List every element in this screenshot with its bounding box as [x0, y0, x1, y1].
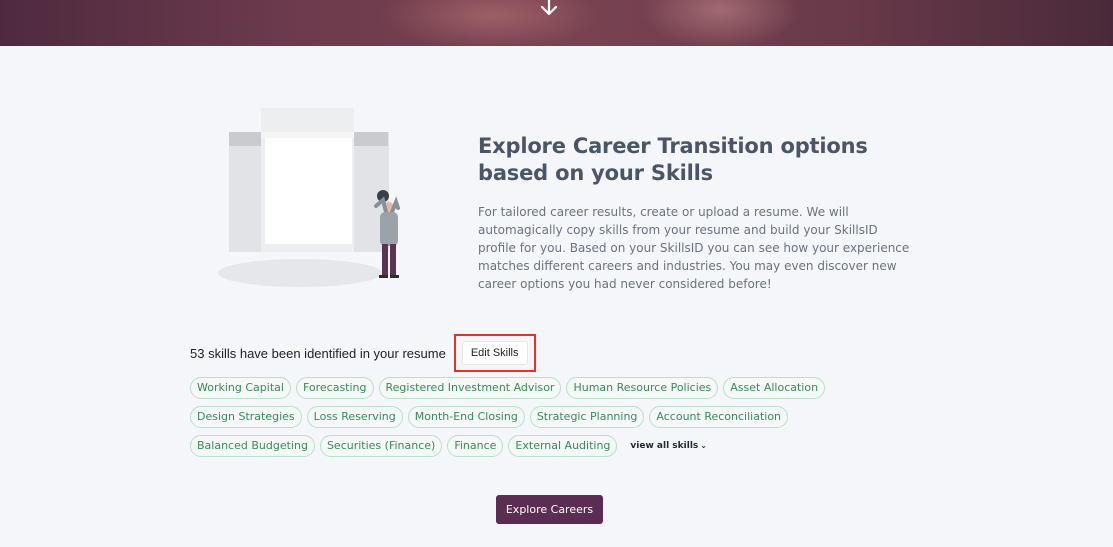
skill-chip[interactable]: Asset Allocation — [723, 377, 826, 399]
skill-chip[interactable]: Working Capital — [190, 377, 291, 399]
skills-header: 53 skills have been identified in your r… — [190, 334, 910, 372]
skill-chip[interactable]: Strategic Planning — [529, 406, 645, 428]
skill-chip[interactable]: Loss Reserving — [306, 406, 403, 428]
page-title: Explore Career Transition options based … — [478, 134, 868, 185]
view-all-label: view all skills — [630, 441, 699, 451]
skill-chip[interactable]: Account Reconciliation — [649, 406, 789, 428]
skill-chip[interactable]: Securities (Finance) — [319, 435, 443, 457]
skill-chip[interactable]: External Auditing — [508, 435, 618, 457]
skill-chip[interactable]: Finance — [447, 435, 504, 457]
resume-illustration — [218, 108, 400, 287]
skills-count: 53 skills have been identified in your r… — [190, 345, 446, 361]
highlight-box: Edit Skills — [453, 334, 536, 372]
hero-image-blur — [640, 0, 800, 46]
skill-chip[interactable]: Design Strategies — [190, 406, 302, 428]
explore-careers-button[interactable]: Explore Careers — [496, 495, 603, 524]
intro-section: Explore Career Transition options based … — [478, 133, 918, 293]
edit-skills-button[interactable]: Edit Skills — [461, 341, 528, 365]
skill-chip[interactable]: Human Resource Policies — [566, 377, 719, 399]
hero-image-blur — [380, 0, 600, 46]
skill-chip[interactable]: Registered Investment Advisor — [378, 377, 562, 399]
skill-chip[interactable]: Forecasting — [295, 377, 374, 399]
skills-section: 53 skills have been identified in your r… — [190, 334, 910, 464]
view-all-skills-link[interactable]: view all skills ⌄ — [630, 435, 707, 457]
skills-chip-list: Working Capital Forecasting Registered Inv… — [190, 377, 910, 464]
skill-chip[interactable]: Balanced Budgeting — [190, 435, 315, 457]
chevron-down-icon: ⌄ — [700, 441, 707, 450]
hero-banner — [0, 0, 1113, 46]
intro-description: For tailored career results, create or u… — [478, 205, 910, 291]
arrow-down-icon[interactable] — [538, 0, 560, 16]
skill-chip[interactable]: Month-End Closing — [407, 406, 525, 428]
